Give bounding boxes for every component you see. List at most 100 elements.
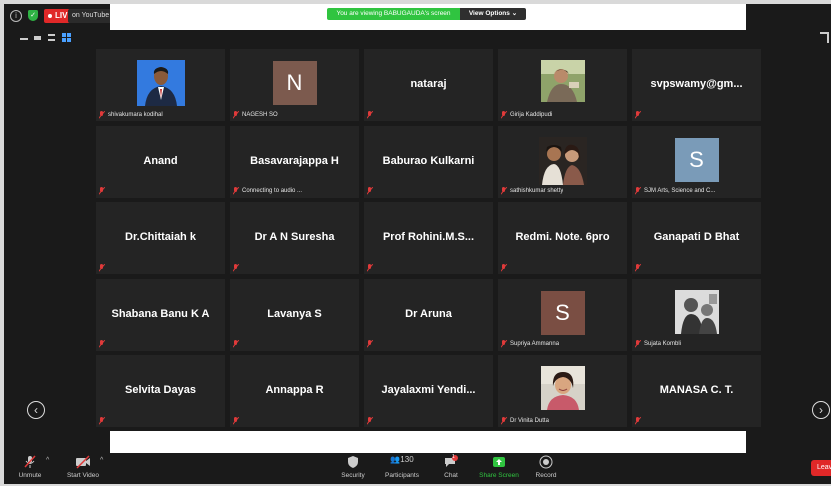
participant-label: Dr Vinita Dutta [510,417,549,424]
participant-photo [538,136,587,190]
view-options-button[interactable]: View Options ⌄ [460,8,526,20]
participant-footer: Sujata Kombli [635,340,681,349]
mic-muted-icon [367,263,373,272]
participant-footer [367,187,376,196]
meeting-toolbar: Unmute ^ Start Video ^ Security 👥130 Par… [4,453,831,484]
mic-muted-icon [233,340,239,348]
record-icon [539,455,553,469]
avatar: S [674,137,719,182]
participant-footer [367,340,376,349]
unmute-button[interactable]: Unmute [16,455,44,479]
info-icon[interactable]: i [10,10,22,22]
participant-tile[interactable]: Redmi. Note. 6pro [498,202,627,274]
mic-muted-icon [635,263,641,272]
participant-label: Girija Kaddipudi [510,111,553,118]
participant-tile[interactable]: Ganapati D Bhat [632,202,761,274]
participant-name: Redmi. Note. 6pro [515,231,610,243]
mic-muted-icon [501,187,507,195]
participant-footer [99,340,108,349]
participant-tile[interactable]: Girija Kaddipudi [498,49,627,121]
participant-tile[interactable]: Selvita Dayas [96,355,225,427]
share-screen-label: Share Screen [479,472,519,479]
participant-tile[interactable]: Anand [96,125,225,198]
mic-muted-icon [635,187,641,195]
mic-muted-icon [99,263,105,272]
mic-muted-icon [501,416,507,425]
youtube-label: on YouTube [72,12,110,19]
speaker-view-icon[interactable] [48,34,55,41]
participant-tile[interactable]: Jayalaxmi Yendi... [364,355,493,427]
participant-tile[interactable]: Annappa R [230,355,359,427]
side-by-side-icon[interactable] [34,36,41,40]
mic-muted-icon [99,340,105,348]
mic-muted-icon [99,110,105,119]
security-label: Security [341,472,365,479]
participant-name: Baburao Kulkarni [382,154,475,167]
participant-tile[interactable]: Dr Vinita Dutta [498,355,627,427]
participant-tile[interactable]: Prof Rohini.M.S... [364,202,493,274]
participants-button[interactable]: 👥130 Participants [382,455,422,479]
participant-tile[interactable]: shivakumara kodihal [96,49,225,121]
share-screen-button[interactable]: Share Screen [476,455,522,479]
participant-tile[interactable]: MANASA C. T. [632,355,761,427]
participant-tile[interactable]: S Supriya Ammanna [498,278,627,351]
mic-muted-icon [99,187,105,195]
participant-footer: Supriya Ammanna [501,340,559,349]
record-label: Record [535,472,557,479]
video-options-caret-icon[interactable]: ^ [100,457,103,464]
leave-button[interactable]: Leave [811,460,831,476]
participant-footer: Girija Kaddipudi [501,110,552,119]
participant-footer [233,416,242,425]
participant-name: Basavarajappa H [250,154,339,167]
unmute-label: Unmute [18,472,42,479]
previous-page-button[interactable]: ‹ [27,401,45,419]
participant-name: MANASA C. T. [659,384,734,396]
shield-icon[interactable]: ✓ [28,10,38,21]
participant-tile[interactable]: Dr.Chittaiah k [96,202,225,274]
participant-tile[interactable]: Lavanya S [230,278,359,351]
gallery-view-icon[interactable] [62,33,71,42]
participant-tile[interactable]: Dr A N Suresha [230,202,359,274]
record-button[interactable]: Record [534,455,558,479]
security-shield-icon [348,456,358,468]
security-button[interactable]: Security [338,455,368,479]
participant-footer [367,416,376,425]
chat-button[interactable]: Chat [439,455,463,479]
participant-footer [99,263,108,272]
participant-tile[interactable]: Shabana Banu K A [96,278,225,351]
participant-tile[interactable]: Basavarajappa H Connecting to audio ... [230,125,359,198]
fullscreen-icon[interactable] [820,32,829,43]
participant-tile[interactable]: nataraj [364,49,493,121]
participant-label: shivakumara kodihal [108,111,163,118]
participant-tile[interactable]: N NAGESH SO [230,49,359,121]
participant-label: SJM Arts, Science and C... [644,188,716,194]
participant-tile[interactable]: Sujata Kombli [632,278,761,351]
viewing-banner: You are viewing BABUGAUDA's screen [327,8,460,20]
participant-name: Anand [143,154,178,167]
participant-tile[interactable]: S SJM Arts, Science and C... [632,125,761,198]
participants-count: 130 [400,455,414,464]
audio-options-caret-icon[interactable]: ^ [46,457,49,464]
participant-name: Dr A N Suresha [254,231,335,243]
participant-label: Supriya Ammanna [510,341,560,347]
view-options-label: View Options [468,10,510,17]
participant-footer [233,340,242,349]
participant-footer: Dr Vinita Dutta [501,416,549,425]
participants-label: Participants [385,472,419,479]
participant-tile[interactable]: sathishkumar shetty [498,125,627,198]
minimize-view-icon[interactable] [20,38,28,40]
participant-tile[interactable]: svpswamy@gm... [632,49,761,121]
participant-footer: sathishkumar shetty [501,187,563,196]
start-video-button[interactable]: Start Video [62,455,104,479]
participant-footer: shivakumara kodihal [99,110,163,119]
chat-label: Chat [444,472,458,479]
participant-name: Shabana Banu K A [111,307,210,320]
next-page-button[interactable]: › [812,401,830,419]
participant-tile[interactable]: Baburao Kulkarni [364,125,493,198]
participant-name: Dr Aruna [405,307,452,320]
participant-name: Jayalaxmi Yendi... [381,384,476,396]
mic-muted-icon [99,416,105,425]
participant-tile[interactable]: Dr Aruna [364,278,493,351]
mic-muted-icon [233,110,239,119]
participant-label: Sujata Kombli [644,341,682,347]
